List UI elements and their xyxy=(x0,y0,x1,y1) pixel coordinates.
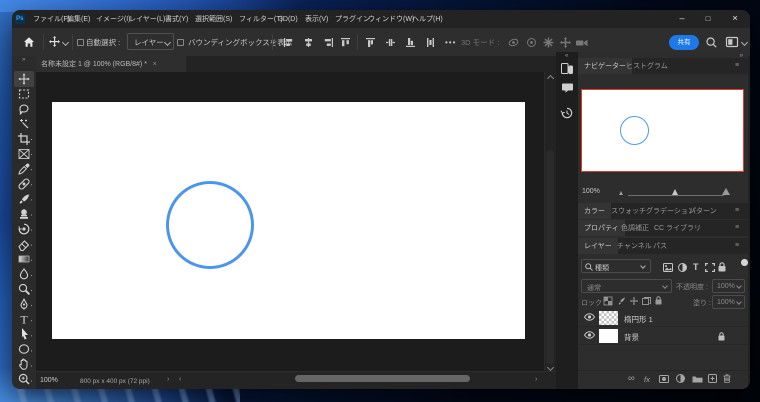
svg-text:T: T xyxy=(20,313,28,327)
